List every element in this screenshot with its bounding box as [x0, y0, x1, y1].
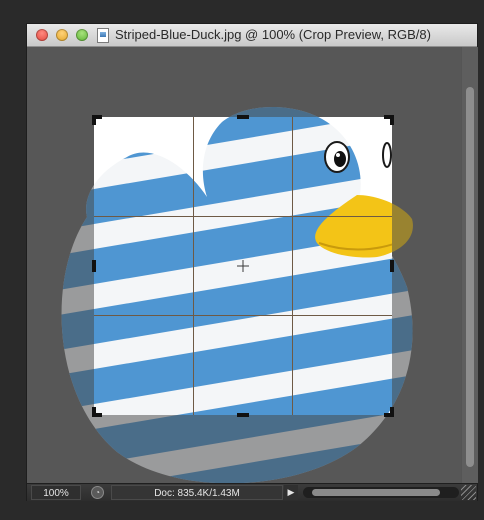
document-icon	[97, 28, 109, 43]
timer-icon[interactable]: ◔	[91, 486, 104, 499]
grid-line-v1	[193, 117, 194, 415]
grid-line-h1	[94, 216, 392, 217]
crop-center-icon[interactable]	[237, 260, 249, 272]
crop-handle-left[interactable]	[92, 260, 96, 272]
crop-handle-top-left-v[interactable]	[92, 115, 96, 125]
document-window: Striped-Blue-Duck.jpg @ 100% (Crop Previ…	[27, 24, 478, 501]
document-info: Doc: 835.4K/1.43M	[111, 485, 283, 500]
window-title: Striped-Blue-Duck.jpg @ 100% (Crop Previ…	[115, 27, 431, 42]
close-icon[interactable]	[36, 29, 48, 41]
canvas-area[interactable]	[27, 47, 461, 483]
crop-handle-right[interactable]	[390, 260, 394, 272]
maximize-icon[interactable]	[76, 29, 88, 41]
minimize-icon[interactable]	[56, 29, 68, 41]
triangle-right-icon[interactable]: ▶	[284, 485, 298, 500]
title-bar[interactable]: Striped-Blue-Duck.jpg @ 100% (Crop Previ…	[27, 24, 477, 47]
grid-line-h2	[94, 315, 392, 316]
crop-handle-top[interactable]	[237, 115, 249, 119]
resize-grip-icon[interactable]	[461, 485, 476, 500]
crop-handle-bottom-left-v[interactable]	[92, 407, 96, 417]
status-bar: 100% ◔ Doc: 835.4K/1.43M ▶	[27, 483, 477, 501]
crop-handle-bottom[interactable]	[237, 413, 249, 417]
vertical-scrollbar[interactable]	[461, 47, 478, 483]
grid-line-v2	[292, 117, 293, 415]
zoom-level-field[interactable]: 100%	[31, 485, 81, 500]
crop-handle-bottom-right-v[interactable]	[390, 407, 394, 417]
crop-handle-top-right-v[interactable]	[390, 115, 394, 125]
vertical-scroll-thumb[interactable]	[466, 87, 474, 467]
horizontal-scrollbar[interactable]	[303, 487, 459, 498]
crop-box[interactable]	[94, 117, 392, 415]
horizontal-scroll-thumb[interactable]	[312, 489, 440, 496]
